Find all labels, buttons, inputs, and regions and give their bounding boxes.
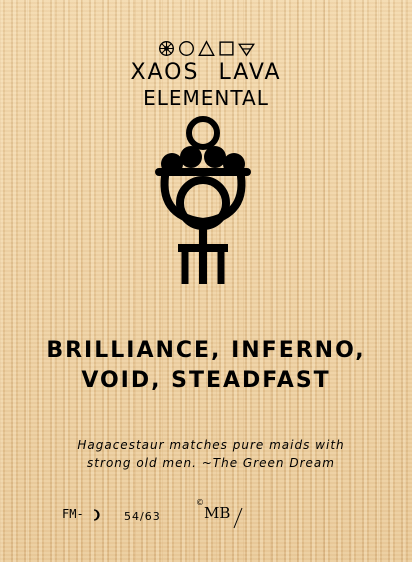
inverted-triangle-icon [237, 40, 255, 57]
traits-line1: BRILLIANCE, INFERNO, [46, 338, 366, 363]
pen-stroke-mark [233, 507, 243, 529]
elemental-glyph-row [0, 40, 412, 60]
circle-icon [178, 40, 195, 57]
copyright-symbol: © [196, 498, 204, 507]
card-code-label: FM- [62, 507, 84, 521]
card-title-line2: ELEMENTAL [143, 86, 269, 110]
crescent-moon-icon [93, 508, 100, 521]
ring-cup-venus-sigil-icon [155, 116, 251, 284]
card-code: FM- [62, 507, 101, 521]
square-icon [218, 40, 235, 57]
card-title-line1: XAOS LAVA [130, 60, 282, 85]
card-number: 54/63 [124, 510, 161, 523]
wheel-of-dharma-icon [158, 40, 175, 57]
artist-initials: MB [204, 504, 231, 522]
triangle-icon [197, 40, 215, 57]
flavor-text: Hagacestaur matches pure maids with stro… [77, 438, 345, 470]
card: XAOS LAVA ELEMENTAL BRILLIANCE, INFERNO,… [0, 0, 412, 562]
traits: BRILLIANCE, INFERNO, VOID, STEADFAST [0, 336, 412, 396]
traits-line2: VOID, STEADFAST [81, 368, 331, 393]
